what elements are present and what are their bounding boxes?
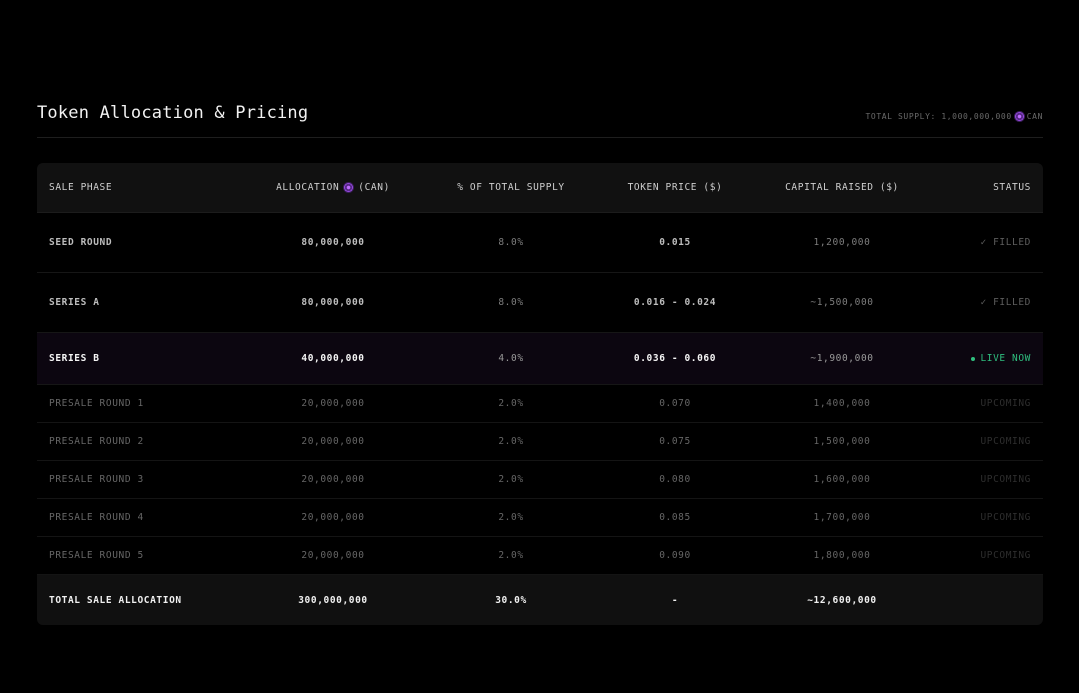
cell-phase: PRESALE ROUND 5 (49, 550, 144, 561)
page-title: Token Allocation & Pricing (37, 103, 309, 123)
total-supply: TOTAL SUPPLY: 1,000,000,000 CAN (866, 112, 1044, 121)
cell-percent: 2.0% (498, 436, 524, 447)
column-header-allocation: ALLOCATION (CAN) (237, 182, 429, 193)
table-total-row: TOTAL SALE ALLOCATION 300,000,000 30.0% … (37, 575, 1043, 625)
cell-percent: 2.0% (498, 512, 524, 523)
cell-phase: SEED ROUND (49, 237, 113, 248)
cell-price: 0.075 (659, 436, 691, 447)
cell-status: ✓ FILLED (927, 237, 1043, 248)
total-allocation: 300,000,000 (298, 594, 368, 606)
total-capital: ~12,600,000 (807, 594, 877, 606)
status-badge-upcoming: UPCOMING (980, 512, 1031, 523)
live-dot-icon (971, 356, 976, 361)
column-header-allocation-label: ALLOCATION (276, 182, 340, 193)
cell-percent: 4.0% (498, 353, 524, 364)
cell-price: 0.015 (659, 237, 691, 248)
cell-capital: 1,400,000 (813, 398, 871, 409)
status-badge-upcoming: UPCOMING (980, 550, 1031, 561)
cell-capital: 1,200,000 (813, 237, 871, 248)
cell-phase: PRESALE ROUND 1 (49, 398, 144, 409)
cell-status: UPCOMING (927, 436, 1043, 447)
table-header-row: SALE PHASE ALLOCATION (CAN) % OF TOTAL S… (37, 163, 1043, 213)
cell-capital: 1,800,000 (813, 550, 871, 561)
cell-status: UPCOMING (927, 398, 1043, 409)
cell-capital: 1,500,000 (813, 436, 871, 447)
cell-percent: 8.0% (498, 237, 524, 248)
cell-price: 0.090 (659, 550, 691, 561)
cell-allocation: 80,000,000 (301, 237, 365, 248)
cell-allocation: 20,000,000 (301, 436, 365, 447)
cell-status: UPCOMING (927, 474, 1043, 485)
table-row-presale-4: PRESALE ROUND 4 20,000,000 2.0% 0.085 1,… (37, 499, 1043, 537)
table-row-presale-2: PRESALE ROUND 2 20,000,000 2.0% 0.075 1,… (37, 423, 1043, 461)
status-badge-upcoming: UPCOMING (980, 398, 1031, 409)
column-header-percent: % OF TOTAL SUPPLY (457, 182, 565, 193)
cell-price: 0.080 (659, 474, 691, 485)
table-row-presale-5: PRESALE ROUND 5 20,000,000 2.0% 0.090 1,… (37, 537, 1043, 575)
table-row-seed-round: SEED ROUND 80,000,000 8.0% 0.015 1,200,0… (37, 213, 1043, 273)
cell-status: UPCOMING (927, 512, 1043, 523)
column-header-status: STATUS (993, 182, 1031, 193)
cell-percent: 2.0% (498, 550, 524, 561)
cell-price: 0.016 - 0.024 (633, 297, 717, 308)
cell-percent: 8.0% (498, 297, 524, 308)
table-row-presale-1: PRESALE ROUND 1 20,000,000 2.0% 0.070 1,… (37, 385, 1043, 423)
column-header-price: TOKEN PRICE ($) (627, 182, 723, 193)
cell-phase: PRESALE ROUND 4 (49, 512, 144, 523)
cell-phase: PRESALE ROUND 3 (49, 474, 144, 485)
can-token-icon (344, 183, 354, 192)
status-live-label: LIVE NOW (980, 353, 1031, 365)
column-header-phase: SALE PHASE (49, 182, 113, 193)
cell-capital: 1,600,000 (813, 474, 871, 485)
cell-allocation: 20,000,000 (301, 398, 365, 409)
total-supply-label: TOTAL SUPPLY: 1,000,000,000 (865, 112, 1012, 121)
cell-allocation: 40,000,000 (301, 353, 365, 364)
column-header-capital: CAPITAL RAISED ($) (785, 182, 899, 193)
section-header: Token Allocation & Pricing TOTAL SUPPLY:… (37, 100, 1043, 138)
cell-allocation: 80,000,000 (301, 297, 365, 308)
total-supply-unit: CAN (1026, 112, 1043, 121)
status-badge-filled: ✓ FILLED (980, 297, 1031, 308)
total-phase: TOTAL SALE ALLOCATION (49, 594, 182, 606)
status-badge-upcoming: UPCOMING (980, 436, 1031, 447)
cell-status: UPCOMING (927, 550, 1043, 561)
cell-capital: ~1,900,000 (810, 353, 874, 364)
allocation-table: SALE PHASE ALLOCATION (CAN) % OF TOTAL S… (37, 163, 1043, 625)
status-badge-live: LIVE NOW (971, 353, 1031, 364)
cell-capital: 1,700,000 (813, 512, 871, 523)
cell-percent: 2.0% (498, 398, 524, 409)
total-price: - (671, 594, 679, 606)
cell-phase: SERIES B (49, 353, 100, 364)
table-row-series-a: SERIES A 80,000,000 8.0% 0.016 - 0.024 ~… (37, 273, 1043, 333)
cell-price: 0.070 (659, 398, 691, 409)
cell-phase: SERIES A (49, 297, 100, 308)
cell-allocation: 20,000,000 (301, 474, 365, 485)
cell-status: LIVE NOW (927, 353, 1043, 364)
column-header-allocation-unit: (CAN) (358, 182, 390, 193)
cell-status: ✓ FILLED (927, 297, 1043, 308)
cell-allocation: 20,000,000 (301, 550, 365, 561)
can-token-icon (1014, 112, 1024, 121)
total-percent: 30.0% (495, 594, 527, 606)
cell-allocation: 20,000,000 (301, 512, 365, 523)
table-row-series-b: SERIES B 40,000,000 4.0% 0.036 - 0.060 ~… (37, 333, 1043, 385)
status-badge-filled: ✓ FILLED (980, 237, 1031, 248)
cell-price: 0.036 - 0.060 (633, 353, 717, 364)
cell-capital: ~1,500,000 (810, 297, 874, 308)
cell-phase: PRESALE ROUND 2 (49, 436, 144, 447)
cell-percent: 2.0% (498, 474, 524, 485)
status-badge-upcoming: UPCOMING (980, 474, 1031, 485)
cell-price: 0.085 (659, 512, 691, 523)
table-row-presale-3: PRESALE ROUND 3 20,000,000 2.0% 0.080 1,… (37, 461, 1043, 499)
